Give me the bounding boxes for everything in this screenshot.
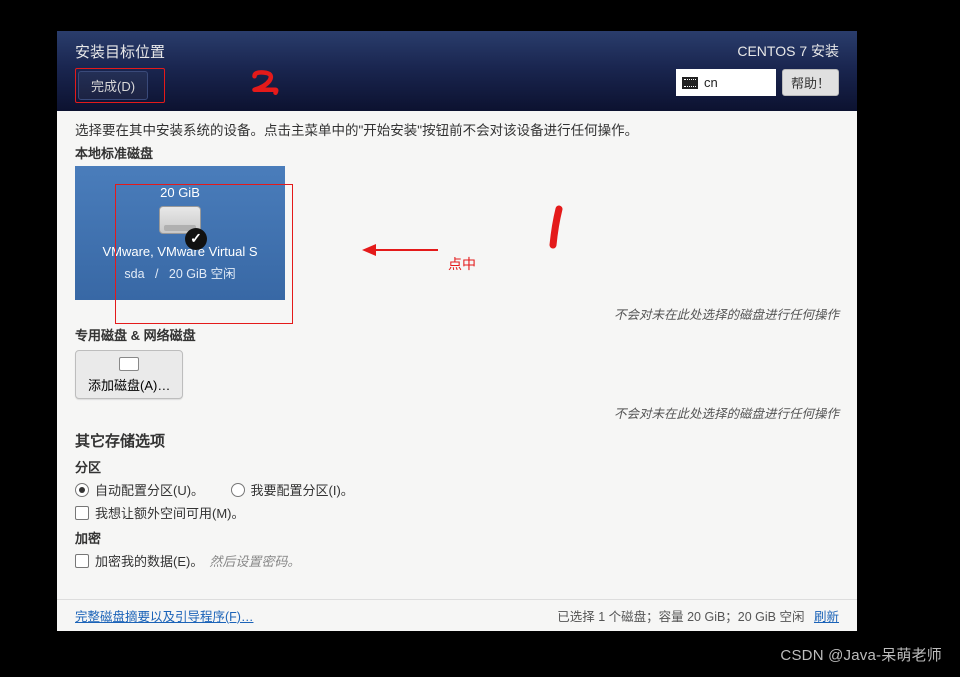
check-extra-space-label: 我想让额外空间可用(M)。	[95, 503, 245, 522]
check-encrypt[interactable]	[75, 554, 89, 568]
help-button[interactable]: 帮助！	[782, 69, 839, 96]
radio-manual-partition[interactable]	[231, 483, 245, 497]
local-disks-label: 本地标准磁盘	[75, 143, 839, 162]
instruction-text: 选择要在其中安装系统的设备。点击主菜单中的"开始安装"按钮前不会对该设备进行任何…	[75, 119, 839, 139]
keyboard-layout-label: cn	[704, 75, 718, 90]
done-button[interactable]: 完成(D)	[78, 71, 148, 100]
other-storage-title: 其它存储选项	[75, 430, 839, 451]
disk-device: sda	[124, 267, 144, 281]
add-disk-button[interactable]: 添加磁盘(A)…	[75, 350, 183, 399]
unselected-disks-hint-2: 不会对未在此处选择的磁盘进行任何操作	[75, 403, 839, 422]
radio-auto-partition[interactable]	[75, 483, 89, 497]
special-disks-label: 专用磁盘 & 网络磁盘	[75, 325, 839, 344]
keyboard-layout-indicator[interactable]: cn	[676, 69, 776, 96]
unselected-disks-hint-1: 不会对未在此处选择的磁盘进行任何操作	[75, 304, 839, 323]
keyboard-icon	[682, 77, 698, 89]
annotation-box-done: 完成(D)	[75, 68, 165, 103]
page-title: 安装目标位置	[75, 41, 165, 62]
encrypt-hint: 然后设置密码。	[209, 551, 300, 570]
installer-title: CENTOS 7 安装	[737, 41, 839, 61]
disk-info: sda / 20 GiB 空闲	[124, 263, 235, 282]
disk-name: VMware, VMware Virtual S	[102, 244, 257, 259]
header-bar: 安装目标位置 完成(D) CENTOS 7 安装 cn 帮助！	[57, 31, 857, 111]
footer-bar: 完整磁盘摘要以及引导程序(F)… 已选择 1 个磁盘；容量 20 GiB；20 …	[57, 599, 857, 631]
partition-heading: 分区	[75, 457, 839, 476]
radio-auto-partition-label: 自动配置分区(U)。	[95, 480, 204, 499]
selection-status: 已选择 1 个磁盘；容量 20 GiB；20 GiB 空闲 刷新	[557, 606, 839, 625]
refresh-link[interactable]: 刷新	[814, 610, 839, 624]
check-icon: ✓	[185, 228, 207, 250]
check-encrypt-label: 加密我的数据(E)。	[95, 551, 203, 570]
disk-tile-sda[interactable]: 20 GiB ✓ VMware, VMware Virtual S sda / …	[75, 166, 285, 300]
installer-window: 安装目标位置 完成(D) CENTOS 7 安装 cn 帮助！ 选择要在其中安装…	[57, 31, 857, 631]
disk-size: 20 GiB	[160, 185, 200, 200]
add-disk-label: 添加磁盘(A)…	[88, 375, 170, 394]
add-disk-icon	[119, 357, 139, 371]
disk-free: 20 GiB 空闲	[169, 267, 236, 281]
watermark: CSDN @Java-呆萌老师	[780, 644, 942, 665]
content-area: 选择要在其中安装系统的设备。点击主菜单中的"开始安装"按钮前不会对该设备进行任何…	[57, 111, 857, 599]
check-extra-space[interactable]	[75, 506, 89, 520]
disk-summary-link[interactable]: 完整磁盘摘要以及引导程序(F)…	[75, 606, 253, 625]
radio-manual-partition-label: 我要配置分区(I)。	[251, 480, 354, 499]
encrypt-heading: 加密	[75, 528, 839, 547]
